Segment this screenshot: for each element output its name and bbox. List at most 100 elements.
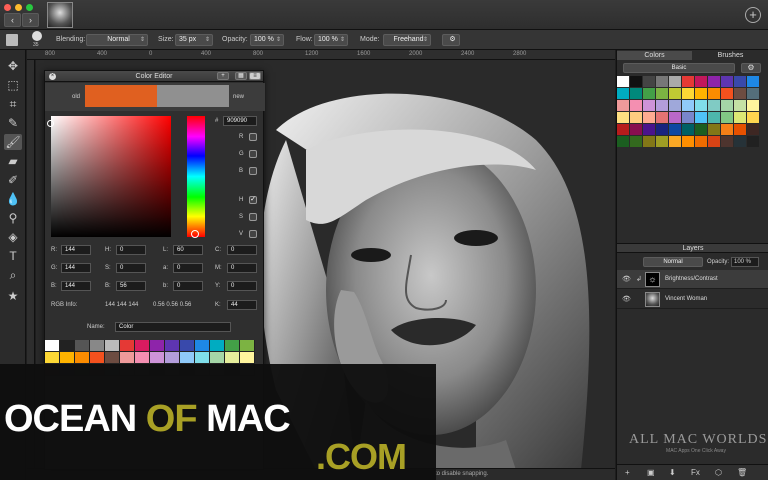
palette-swatch[interactable] [682, 124, 695, 136]
brightness-field[interactable]: 56 [116, 281, 146, 291]
palette-swatch[interactable] [708, 136, 721, 148]
blending-select[interactable]: Normal ⇕ [86, 34, 148, 46]
document-tab-thumbnail[interactable] [47, 2, 73, 28]
palette-swatch[interactable] [656, 88, 669, 100]
color-settings-button[interactable]: ⚙ [741, 63, 761, 73]
r-checkbox[interactable] [249, 133, 257, 141]
editor-swatch[interactable] [45, 352, 60, 364]
m-field[interactable]: 0 [227, 263, 257, 273]
palette-swatch[interactable] [656, 124, 669, 136]
add-document-button[interactable]: + [745, 7, 761, 23]
palette-swatch[interactable] [695, 100, 708, 112]
hex-input[interactable]: 909090 [223, 116, 257, 126]
hue-slider[interactable] [187, 116, 205, 237]
palette-swatch[interactable] [656, 100, 669, 112]
palette-swatch[interactable] [669, 136, 682, 148]
back-button[interactable]: ‹ [4, 13, 21, 27]
editor-swatch[interactable] [240, 340, 255, 352]
close-window-button[interactable] [4, 4, 11, 11]
grid-view-button[interactable]: ▦ [235, 72, 247, 80]
editor-swatch[interactable] [150, 340, 165, 352]
zoom-window-button[interactable] [26, 4, 33, 11]
palette-swatch[interactable] [617, 76, 630, 88]
editor-swatch[interactable] [225, 352, 240, 364]
palette-swatch[interactable] [682, 88, 695, 100]
y-field[interactable]: 0 [227, 281, 257, 291]
brush-tool[interactable]: 🖌 [4, 134, 22, 150]
palette-swatch[interactable] [643, 100, 656, 112]
palette-swatch[interactable] [643, 124, 656, 136]
palette-swatch[interactable] [747, 112, 760, 124]
marquee-tool[interactable]: ⬚ [4, 77, 22, 93]
editor-swatch[interactable] [180, 340, 195, 352]
palette-swatch[interactable] [630, 112, 643, 124]
forward-button[interactable]: › [22, 13, 39, 27]
color-name-input[interactable]: Color [115, 322, 231, 332]
palette-swatch[interactable] [682, 76, 695, 88]
palette-swatch[interactable] [630, 136, 643, 148]
editor-swatch[interactable] [195, 352, 210, 364]
palette-swatch[interactable] [721, 100, 734, 112]
eyedropper-tool[interactable]: ✎ [4, 115, 22, 131]
b-field[interactable]: 144 [61, 281, 91, 291]
editor-swatch[interactable] [150, 352, 165, 364]
merge-down-button[interactable]: ⬇ [669, 468, 676, 477]
editor-swatch[interactable] [240, 352, 255, 364]
zoom-tool[interactable]: ⌕ [4, 267, 22, 283]
palette-swatch[interactable] [747, 124, 760, 136]
editor-swatch[interactable] [60, 352, 75, 364]
new-group-button[interactable]: ▣ [647, 468, 655, 477]
palette-swatch[interactable] [721, 124, 734, 136]
old-color-swatch[interactable] [85, 85, 157, 107]
dodge-tool[interactable]: ⚲ [4, 210, 22, 226]
palette-swatch[interactable] [617, 136, 630, 148]
hue-slider-handle[interactable] [191, 230, 199, 238]
editor-swatch[interactable] [180, 352, 195, 364]
eye-icon[interactable]: 👁 [622, 295, 631, 303]
mask-button[interactable]: ⬡ [715, 468, 722, 477]
layer-blend-select[interactable]: Normal [643, 257, 703, 267]
palette-swatch[interactable] [734, 100, 747, 112]
palette-swatch[interactable] [721, 136, 734, 148]
size-field[interactable]: 35 px ⇕ [175, 34, 213, 46]
move-tool[interactable]: ✥ [4, 58, 22, 74]
a-field[interactable]: 0 [173, 263, 203, 273]
palette-swatch[interactable] [669, 112, 682, 124]
palette-swatch[interactable] [617, 88, 630, 100]
palette-swatch[interactable] [734, 124, 747, 136]
palette-swatch[interactable] [669, 100, 682, 112]
palette-swatch[interactable] [617, 124, 630, 136]
blur-tool[interactable]: 💧 [4, 191, 22, 207]
editor-swatch[interactable] [45, 340, 60, 352]
editor-swatch[interactable] [90, 340, 105, 352]
editor-swatch[interactable] [210, 340, 225, 352]
editor-swatch[interactable] [165, 340, 180, 352]
brush-size-preview-icon[interactable] [32, 31, 42, 41]
k-field[interactable]: 44 [227, 300, 257, 310]
palette-swatch[interactable] [721, 112, 734, 124]
color-editor-titlebar[interactable]: × Color Editor + ▦ ≡ [45, 71, 263, 82]
palette-swatch[interactable] [630, 88, 643, 100]
palette-swatch[interactable] [734, 88, 747, 100]
palette-swatch[interactable] [643, 88, 656, 100]
r-field[interactable]: 144 [61, 245, 91, 255]
g-checkbox[interactable] [249, 150, 257, 158]
palette-swatch[interactable] [656, 112, 669, 124]
color-set-select[interactable]: Basic [623, 63, 735, 73]
editor-swatch[interactable] [165, 352, 180, 364]
layer-opacity-field[interactable]: 100 % [731, 257, 759, 267]
palette-swatch[interactable] [708, 100, 721, 112]
editor-swatch[interactable] [225, 340, 240, 352]
h-field[interactable]: 0 [116, 245, 146, 255]
text-tool[interactable]: T [4, 248, 22, 264]
opacity-field[interactable]: 100 % ⇕ [250, 34, 284, 46]
palette-swatch[interactable] [734, 112, 747, 124]
fill-tool[interactable]: ◈ [4, 229, 22, 245]
palette-swatch[interactable] [656, 76, 669, 88]
palette-swatch[interactable] [656, 136, 669, 148]
palette-swatch[interactable] [643, 76, 656, 88]
palette-swatch[interactable] [630, 124, 643, 136]
palette-swatch[interactable] [617, 112, 630, 124]
palette-swatch[interactable] [669, 76, 682, 88]
lab-b-field[interactable]: 0 [173, 281, 203, 291]
